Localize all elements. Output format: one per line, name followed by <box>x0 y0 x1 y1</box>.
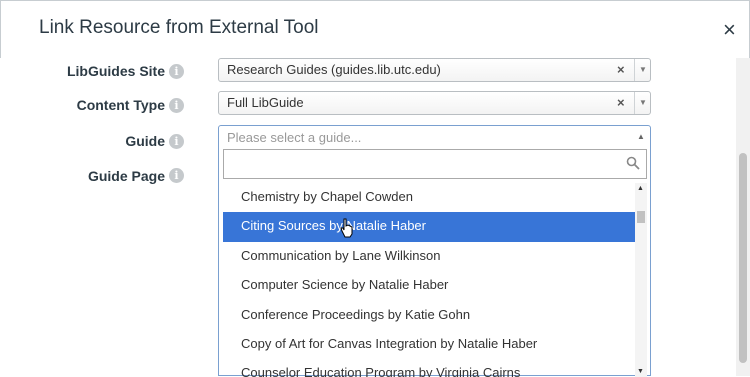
guide-option[interactable]: Citing Sources by Natalie Haber <box>223 212 635 242</box>
guide-search-input[interactable] <box>223 149 647 179</box>
chevron-down-icon[interactable]: ▼ <box>634 59 651 81</box>
dialog-title: Link Resource from External Tool <box>39 17 319 38</box>
guide-label: Guide <box>125 133 165 149</box>
chevron-down-icon[interactable]: ▼ <box>634 92 651 114</box>
guide-option[interactable]: Chemistry by Chapel Cowden <box>223 183 635 213</box>
content-type-value: Full LibGuide <box>227 95 304 110</box>
guide-option[interactable]: Computer Science by Natalie Haber <box>223 271 635 301</box>
guide-option[interactable]: Communication by Lane Wilkinson <box>223 242 635 272</box>
content-type-select[interactable]: Full LibGuide × ▼ <box>218 91 651 115</box>
guide-options-list: Chemistry by Chapel Cowden Citing Sources… <box>223 183 635 377</box>
guide-select-placeholder: Please select a guide... <box>227 130 362 145</box>
dialog-header: Link Resource from External Tool × <box>1 1 749 59</box>
mouse-pointer-icon <box>340 218 353 238</box>
guide-list-scroll-thumb[interactable] <box>637 211 645 223</box>
libguides-site-select[interactable]: Research Guides (guides.lib.utc.edu) × ▼ <box>218 58 651 82</box>
close-icon[interactable]: × <box>723 19 736 41</box>
info-icon[interactable]: i <box>169 64 184 79</box>
scrollbar-thumb[interactable] <box>739 153 747 363</box>
scroll-down-icon[interactable]: ▼ <box>637 368 644 375</box>
libguides-site-label: LibGuides Site <box>66 63 165 79</box>
clear-icon[interactable]: × <box>617 95 625 110</box>
scroll-up-icon[interactable]: ▲ <box>637 185 644 192</box>
content-type-label: Content Type <box>76 97 165 113</box>
search-icon <box>626 156 640 170</box>
chevron-up-icon[interactable]: ▲ <box>637 132 645 141</box>
info-icon[interactable]: i <box>169 98 184 113</box>
guide-page-label: Guide Page <box>87 168 165 184</box>
guide-select-dropdown[interactable]: Please select a guide... ▲ Chemistry by … <box>218 125 651 377</box>
clear-icon[interactable]: × <box>617 62 625 77</box>
info-icon[interactable]: i <box>169 134 184 149</box>
dialog-scrollbar[interactable] <box>736 58 750 376</box>
guide-list-scrollbar[interactable]: ▲ ▼ <box>635 183 647 377</box>
guide-option[interactable]: Counselor Education Program by Virginia … <box>223 359 635 377</box>
guide-option[interactable]: Conference Proceedings by Katie Gohn <box>223 301 635 331</box>
info-icon[interactable]: i <box>169 168 184 183</box>
guide-option[interactable]: Copy of Art for Canvas Integration by Na… <box>223 330 635 360</box>
libguides-site-value: Research Guides (guides.lib.utc.edu) <box>227 62 441 77</box>
